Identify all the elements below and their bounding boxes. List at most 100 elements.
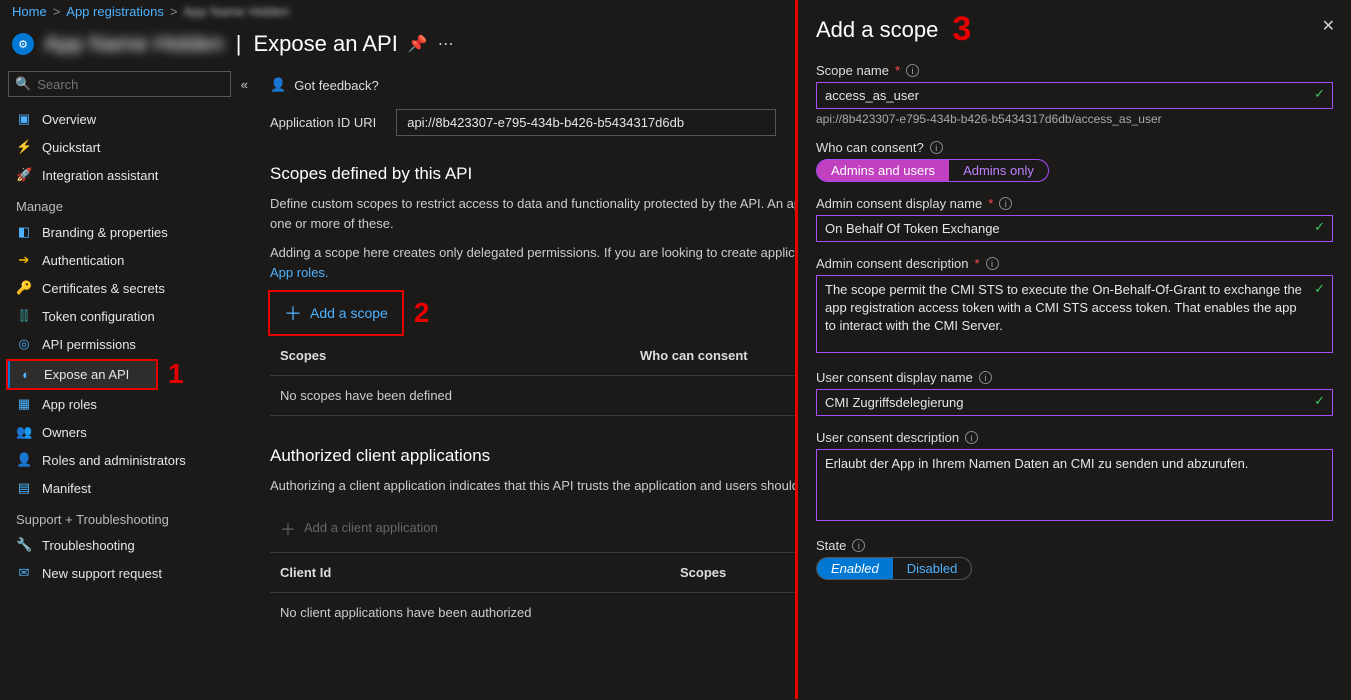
breadcrumb-appreg[interactable]: App registrations — [66, 4, 164, 19]
rocket-icon: 🚀 — [16, 167, 32, 183]
add-client-label: Add a client application — [304, 520, 438, 535]
admin-desc-input[interactable] — [816, 275, 1333, 353]
token-icon: ⫿⫿ — [16, 308, 32, 324]
admin-desc-label: Admin consent description — [816, 256, 968, 271]
info-icon[interactable]: i — [930, 141, 943, 154]
state-toggle[interactable]: Enabled Disabled — [816, 557, 972, 580]
nav-label: Roles and administrators — [42, 453, 186, 468]
nav-tokencfg[interactable]: ⫿⫿ Token configuration — [8, 302, 252, 330]
collapse-sidebar-icon[interactable]: « — [237, 75, 252, 94]
wrench-icon: 🔧 — [16, 537, 32, 553]
approles-icon: ▦ — [16, 396, 32, 412]
nav-section-manage: Manage — [8, 189, 252, 218]
nav-label: Overview — [42, 112, 96, 127]
search-input[interactable] — [37, 77, 224, 92]
owners-icon: 👥 — [16, 424, 32, 440]
info-icon[interactable]: i — [906, 64, 919, 77]
add-scope-label: Add a scope — [310, 305, 388, 321]
annotation-2: 2 — [414, 297, 430, 329]
nav-label: Owners — [42, 425, 87, 440]
state-enabled[interactable]: Enabled — [817, 558, 893, 579]
nav-approles[interactable]: ▦ App roles — [8, 390, 252, 418]
admin-dn-label: Admin consent display name — [816, 196, 982, 211]
pin-icon[interactable]: 📌 — [408, 34, 428, 54]
overview-icon: ▣ — [16, 111, 32, 127]
who-consent-label: Who can consent? — [816, 140, 924, 155]
auth-icon: ➔ — [16, 252, 32, 268]
branding-icon: ◧ — [16, 224, 32, 240]
nav-rolesadmin[interactable]: 👤 Roles and administrators — [8, 446, 252, 474]
nav-branding[interactable]: ◧ Branding & properties — [8, 218, 252, 246]
manifest-icon: ▤ — [16, 480, 32, 496]
nav-integration[interactable]: 🚀 Integration assistant — [8, 161, 252, 189]
col-scopes: Scopes — [280, 348, 640, 363]
close-icon[interactable]: ✕ — [1322, 16, 1335, 36]
header-divider: | — [236, 31, 242, 57]
nav-label: Certificates & secrets — [42, 281, 165, 296]
plus-icon: ＋ — [284, 300, 302, 326]
breadcrumb-sep: > — [170, 4, 178, 19]
scope-uri-hint: api://8b423307-e795-434b-b426-b5434317d6… — [816, 112, 1333, 126]
user-dn-input[interactable] — [816, 389, 1333, 416]
who-consent-toggle[interactable]: Admins and users Admins only — [816, 159, 1049, 182]
user-desc-label: User consent description — [816, 430, 959, 445]
annotation-3: 3 — [952, 10, 971, 49]
state-label: State — [816, 538, 846, 553]
search-icon: 🔍 — [15, 76, 31, 92]
info-icon[interactable]: i — [999, 197, 1012, 210]
nav-label: API permissions — [42, 337, 136, 352]
nav-overview[interactable]: ▣ Overview — [8, 105, 252, 133]
key-icon: 🔑 — [16, 280, 32, 296]
annotation-1: 1 — [168, 358, 184, 390]
nav-label: Integration assistant — [42, 168, 158, 183]
info-icon[interactable]: i — [852, 539, 865, 552]
nav-apiperm[interactable]: ◎ API permissions — [8, 330, 252, 358]
nav-trouble[interactable]: 🔧 Troubleshooting — [8, 531, 252, 559]
apiperm-icon: ◎ — [16, 336, 32, 352]
nav-quickstart[interactable]: ⚡ Quickstart — [8, 133, 252, 161]
plus-icon: ＋ — [280, 516, 296, 540]
scope-name-input[interactable] — [816, 82, 1333, 109]
feedback-link[interactable]: Got feedback? — [294, 78, 379, 93]
nav-owners[interactable]: 👥 Owners — [8, 418, 252, 446]
nav-label: Token configuration — [42, 309, 155, 324]
info-icon[interactable]: i — [979, 371, 992, 384]
quickstart-icon: ⚡ — [16, 139, 32, 155]
nav-label: Troubleshooting — [42, 538, 135, 553]
nav-label: New support request — [42, 566, 162, 581]
appid-uri-label: Application ID URI — [270, 115, 376, 130]
nav-certs[interactable]: 🔑 Certificates & secrets — [8, 274, 252, 302]
sidebar: 🔍 « ▣ Overview ⚡ Quickstart 🚀 Integration a… — [0, 71, 260, 700]
user-desc-input[interactable] — [816, 449, 1333, 521]
nav-label: Expose an API — [44, 367, 129, 382]
col-clientid: Client Id — [280, 565, 680, 580]
info-icon[interactable]: i — [986, 257, 999, 270]
state-disabled[interactable]: Disabled — [893, 558, 972, 579]
who-admins-users[interactable]: Admins and users — [817, 160, 949, 181]
feedback-icon: 👤 — [270, 77, 286, 93]
support-icon: ✉ — [16, 565, 32, 581]
nav-label: Branding & properties — [42, 225, 168, 240]
page-title: Expose an API — [254, 31, 398, 57]
admin-dn-input[interactable] — [816, 215, 1333, 242]
breadcrumb-home[interactable]: Home — [12, 4, 47, 19]
search-box[interactable]: 🔍 — [8, 71, 231, 97]
nav-section-support: Support + Troubleshooting — [8, 502, 252, 531]
expose-icon: ◐ — [18, 367, 34, 382]
scope-name-label: Scope name — [816, 63, 889, 78]
more-icon[interactable]: ⋯ — [438, 34, 454, 54]
add-scope-button[interactable]: ＋ Add a scope — [270, 292, 402, 334]
nav-label: App roles — [42, 397, 97, 412]
appid-uri-value[interactable]: api://8b423307-e795-434b-b426-b5434317d6… — [396, 109, 776, 136]
roles-icon: 👤 — [16, 452, 32, 468]
app-icon: ⚙ — [12, 33, 34, 55]
who-admins-only[interactable]: Admins only — [949, 160, 1048, 181]
info-icon[interactable]: i — [965, 431, 978, 444]
nav-manifest[interactable]: ▤Manifest — [8, 474, 252, 502]
nav-newreq[interactable]: ✉ New support request — [8, 559, 252, 587]
nav-expose-api[interactable]: ◐ Expose an API — [8, 361, 156, 388]
app-name: App Name Hidden — [44, 31, 224, 57]
breadcrumb-sep: > — [53, 4, 61, 19]
nav-label: Quickstart — [42, 140, 101, 155]
nav-auth[interactable]: ➔Authentication — [8, 246, 252, 274]
